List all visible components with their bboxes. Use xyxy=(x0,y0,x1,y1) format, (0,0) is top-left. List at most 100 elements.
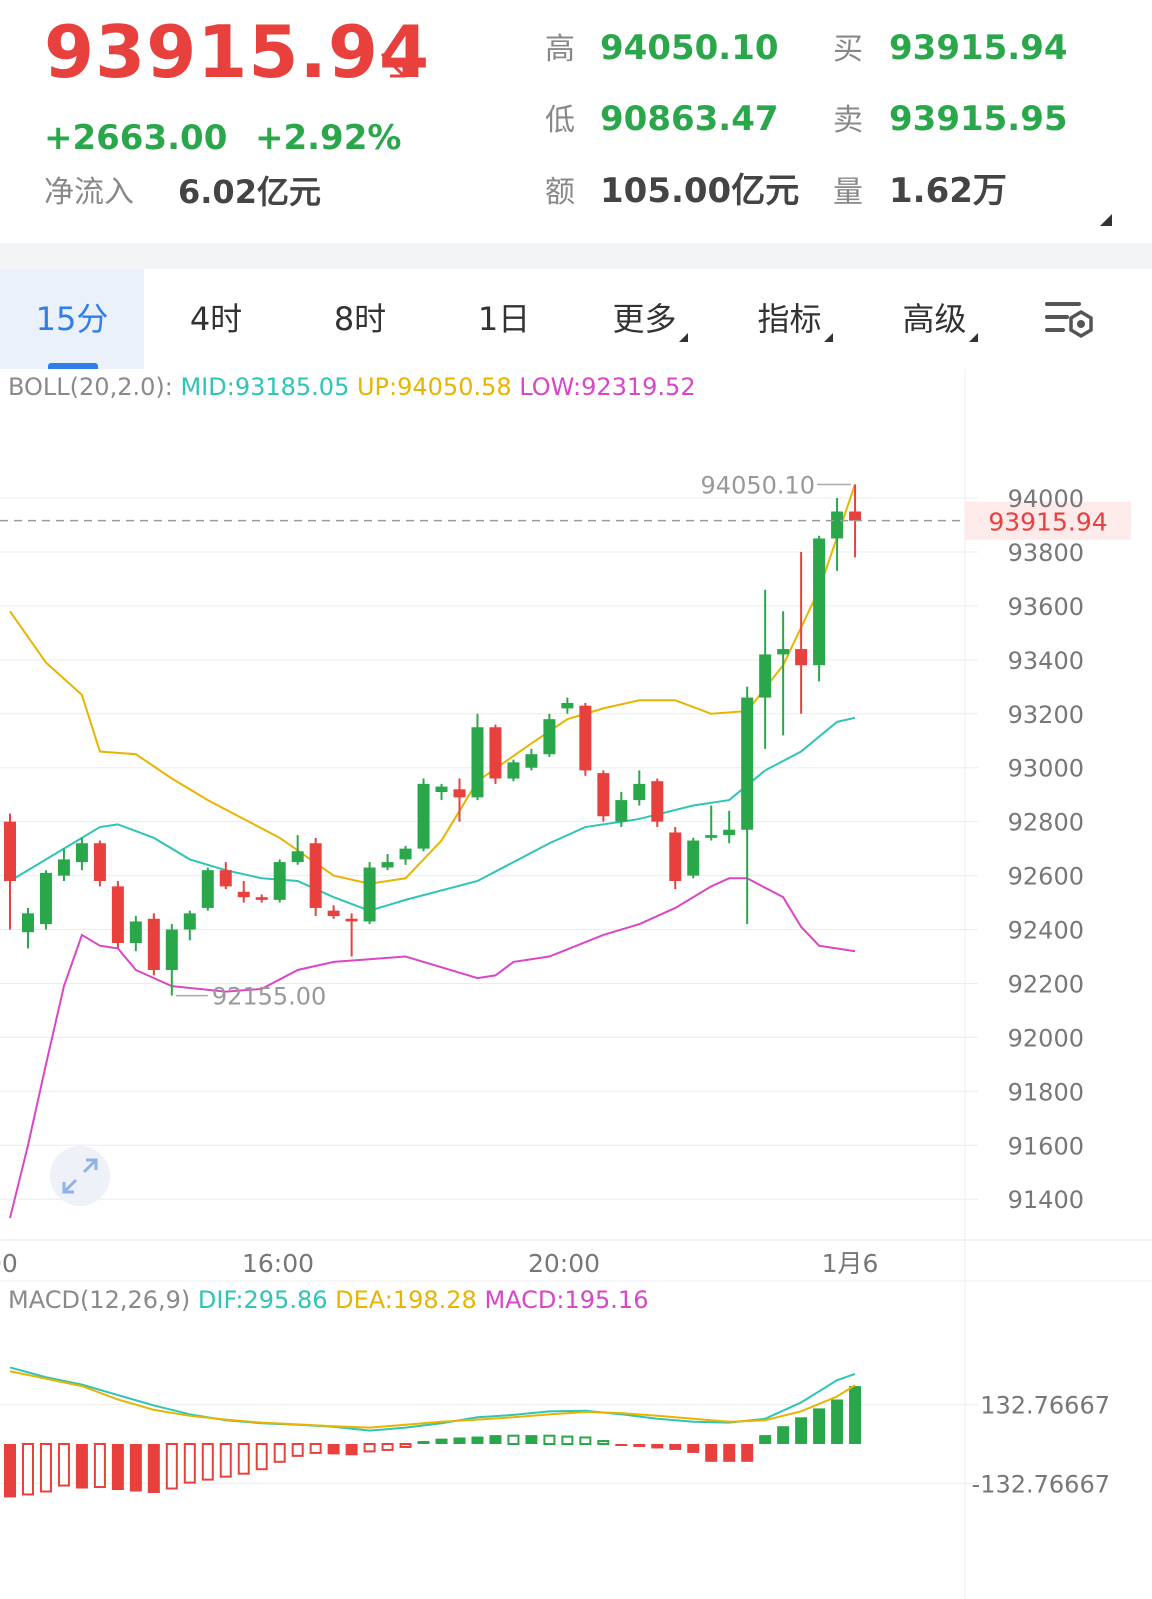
candle xyxy=(471,713,484,801)
candle-body xyxy=(255,897,268,900)
candle-body xyxy=(723,829,736,836)
settings-icon[interactable] xyxy=(1045,298,1095,344)
low-label: 低 xyxy=(545,103,575,138)
macd-bar xyxy=(525,1435,538,1444)
tab-1d[interactable]: 1日 xyxy=(432,269,576,369)
candle xyxy=(237,880,250,903)
macd-panel: 132.76667 -132.76667 xyxy=(4,1366,1110,1498)
macd-bar xyxy=(201,1443,214,1481)
candle-body xyxy=(777,649,790,655)
macd-bar xyxy=(723,1444,736,1462)
time-tick-label: 20:00 xyxy=(528,1249,600,1278)
price-tick-label: 93200 xyxy=(1008,701,1084,729)
macd-bar xyxy=(651,1444,664,1449)
candle xyxy=(759,589,772,749)
macd-bar xyxy=(759,1435,772,1444)
tab-advanced[interactable]: 高级 xyxy=(868,269,1012,369)
boll-legend-low: LOW:92319.52 xyxy=(519,373,696,401)
tab-8h[interactable]: 8时 xyxy=(288,269,432,369)
tab-label: 1日 xyxy=(477,300,531,338)
price-chart[interactable]: 93915.9494050.1092155.00 940009380093600… xyxy=(0,369,1152,1599)
candle xyxy=(669,827,682,890)
macd-bar xyxy=(687,1444,700,1453)
candle-body xyxy=(345,918,358,922)
candle xyxy=(543,713,556,757)
macd-bar xyxy=(831,1399,844,1444)
candle xyxy=(723,810,736,844)
candle-body xyxy=(741,697,754,830)
candle-body xyxy=(471,727,484,798)
tab-more[interactable]: 更多 xyxy=(578,269,722,369)
high-label: 高 xyxy=(545,32,575,67)
macd-bar xyxy=(327,1444,340,1455)
candle-body xyxy=(4,821,16,881)
macd-bar xyxy=(633,1444,646,1447)
amount-value: 105.00亿元 xyxy=(600,171,800,211)
tab-label: 高级 xyxy=(902,300,967,338)
high-value: 94050.10 xyxy=(600,28,779,68)
candle xyxy=(93,840,106,887)
low-annotation-label: 92155.00 xyxy=(212,983,327,1011)
candle xyxy=(309,837,322,917)
expand-chart-button[interactable] xyxy=(50,1146,110,1206)
last-price: 93915.94 xyxy=(44,10,431,94)
candle xyxy=(417,778,430,852)
bollinger-bands xyxy=(9,484,857,1219)
candle xyxy=(363,862,376,925)
macd-bar xyxy=(849,1386,862,1444)
price-tick-label: 92200 xyxy=(1008,970,1084,998)
candle xyxy=(381,854,394,871)
candle-body xyxy=(21,913,34,933)
price-tick-label: 93600 xyxy=(1008,593,1084,621)
candle-body xyxy=(75,843,88,863)
candle-body xyxy=(597,773,610,817)
tab-label: 8时 xyxy=(333,300,387,338)
macd-bar xyxy=(669,1444,682,1450)
change-percent: +2.92% xyxy=(255,118,402,158)
macd-bar xyxy=(21,1443,34,1496)
macd-bar xyxy=(309,1443,322,1454)
candle xyxy=(777,611,790,736)
candle xyxy=(597,770,610,822)
candle-body xyxy=(525,754,538,768)
candle-body xyxy=(183,913,196,930)
candle xyxy=(201,867,214,911)
tab-15min[interactable]: 15分 xyxy=(0,269,144,369)
change-amount: +2663.00 xyxy=(44,118,228,158)
macd-legend-name: MACD(12,26,9) xyxy=(8,1286,191,1314)
macd-bar xyxy=(255,1443,268,1471)
macd-bar xyxy=(741,1444,754,1462)
candle xyxy=(183,910,196,941)
candle-body xyxy=(651,781,664,822)
macd-bar xyxy=(237,1443,250,1475)
tab-label: 4时 xyxy=(189,300,243,338)
tab-indicators[interactable]: 指标 xyxy=(723,269,867,369)
price-tick-label: 94000 xyxy=(1008,485,1084,513)
candle-body xyxy=(363,867,376,922)
price-tick-label: 92400 xyxy=(1008,917,1084,945)
boll-legend-mid: MID:93185.05 xyxy=(180,373,350,401)
time-axis: 00 16:00 20:00 1月6 xyxy=(0,1249,878,1278)
macd-legend-dif: DIF:295.86 xyxy=(197,1286,328,1314)
low-value: 90863.47 xyxy=(600,99,779,139)
candle-body xyxy=(435,786,448,792)
candle-body xyxy=(795,649,808,666)
candle xyxy=(399,845,412,865)
tab-4h[interactable]: 4时 xyxy=(144,269,288,369)
price-tick-label: 91600 xyxy=(1008,1132,1084,1160)
candle xyxy=(651,778,664,828)
price-tick-label: 93800 xyxy=(1008,539,1084,567)
price-tick-label: 92800 xyxy=(1008,809,1084,837)
candle-body xyxy=(291,851,304,863)
candle-body xyxy=(273,862,286,900)
macd-bar xyxy=(57,1443,70,1487)
time-tick-label: 1月6 xyxy=(822,1249,879,1278)
boll-legend-name: BOLL(20,2.0): xyxy=(8,373,173,401)
candle-body xyxy=(813,538,826,666)
candle xyxy=(4,813,16,930)
candle-body xyxy=(201,870,214,908)
price-tick-label: 91400 xyxy=(1008,1186,1084,1214)
expand-quote-toggle[interactable] xyxy=(1100,214,1112,226)
candle xyxy=(39,870,52,930)
macd-bar xyxy=(507,1434,520,1445)
